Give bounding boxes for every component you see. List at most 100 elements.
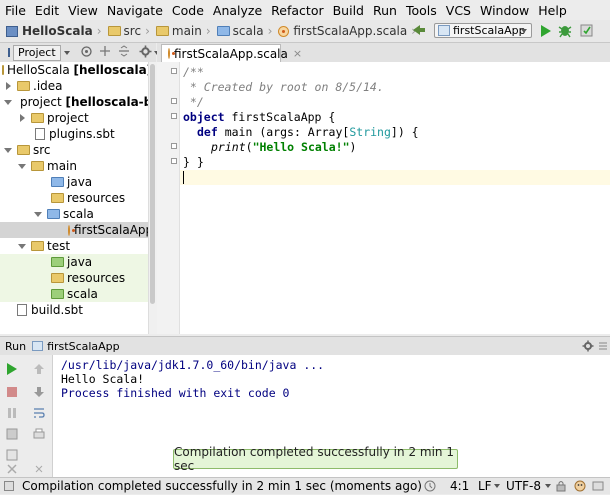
status-message[interactable]: Compilation completed successfully in 2 … bbox=[22, 478, 422, 494]
menu-refactor[interactable]: Refactor bbox=[266, 3, 327, 18]
console-line-exit: Process finished with exit code 0 bbox=[61, 386, 290, 400]
stop-icon[interactable] bbox=[6, 386, 18, 398]
gear-icon[interactable] bbox=[139, 45, 152, 61]
tree-item-main[interactable]: main bbox=[0, 158, 148, 174]
status-toggle-icon[interactable] bbox=[4, 481, 14, 491]
breadcrumb-main[interactable]: main › bbox=[155, 24, 213, 38]
soft-wrap-icon[interactable] bbox=[33, 407, 45, 419]
coverage-icon[interactable] bbox=[580, 23, 593, 37]
fold-marker-icon[interactable] bbox=[171, 68, 177, 74]
code-editor[interactable]: /** * Created by root on 8/5/14. */ obje… bbox=[180, 62, 610, 334]
collapse-arrow-icon[interactable] bbox=[34, 211, 42, 217]
tree-item-firstscalaapp[interactable]: firstScalaApp bbox=[0, 222, 148, 238]
expand-arrow-icon[interactable] bbox=[20, 114, 25, 122]
hide-panel-icon[interactable] bbox=[598, 340, 608, 355]
sync-icon[interactable] bbox=[80, 45, 93, 61]
breadcrumb-file[interactable]: firstScalaApp.scala › bbox=[278, 24, 418, 38]
sbt-file-icon bbox=[35, 128, 45, 140]
source-folder-icon bbox=[47, 209, 60, 219]
debug-icon[interactable] bbox=[558, 23, 572, 41]
fold-marker-icon[interactable] bbox=[171, 98, 177, 104]
tree-item-main-resources[interactable]: resources bbox=[0, 190, 148, 206]
project-tree: HelloScala [helloscala] .idea project [h… bbox=[0, 62, 148, 334]
run-configuration-select[interactable]: firstScalaApp bbox=[434, 23, 532, 38]
expand-arrow-icon[interactable] bbox=[6, 82, 11, 90]
tree-item-project-folder[interactable]: project bbox=[0, 110, 148, 126]
scroll-down-icon[interactable] bbox=[33, 386, 45, 398]
tree-item-plugins-sbt[interactable]: plugins.sbt bbox=[0, 126, 148, 142]
tree-item-main-scala[interactable]: scala bbox=[0, 206, 148, 222]
menu-analyze[interactable]: Analyze bbox=[208, 3, 266, 18]
rerun-icon[interactable] bbox=[6, 363, 18, 375]
file-encoding[interactable]: UTF-8 bbox=[506, 478, 541, 494]
compilation-notification-balloon[interactable]: Compilation completed successfully in 2 … bbox=[173, 445, 458, 473]
project-tree-scrollbar[interactable] bbox=[148, 62, 157, 334]
help-icon[interactable] bbox=[33, 463, 45, 475]
project-view-icon bbox=[8, 48, 10, 57]
editor-gutter[interactable] bbox=[157, 62, 180, 334]
fold-marker-icon[interactable] bbox=[171, 143, 177, 149]
tree-item-helloscala[interactable]: HelloScala [helloscala] bbox=[0, 62, 148, 78]
menu-navigate[interactable]: Navigate bbox=[102, 3, 167, 18]
collapse-all-icon[interactable] bbox=[118, 45, 130, 60]
menu-tools[interactable]: Tools bbox=[401, 3, 441, 18]
run-config-icon bbox=[32, 341, 44, 351]
collapse-arrow-icon[interactable] bbox=[4, 99, 12, 105]
scrollbar-thumb[interactable] bbox=[150, 64, 155, 304]
breadcrumb-src[interactable]: src › bbox=[107, 24, 152, 38]
collapse-arrow-icon[interactable] bbox=[4, 147, 12, 153]
chevron-down-icon[interactable] bbox=[545, 484, 551, 488]
tree-item-test-java[interactable]: java bbox=[0, 254, 148, 270]
pause-icon[interactable] bbox=[6, 407, 18, 419]
dump-threads-icon[interactable] bbox=[6, 428, 18, 440]
tree-item-main-java[interactable]: java bbox=[0, 174, 148, 190]
code-line-1: /** bbox=[183, 65, 204, 79]
fold-marker-icon[interactable] bbox=[171, 158, 177, 164]
run-config-icon bbox=[438, 25, 450, 36]
scala-object-icon bbox=[68, 224, 75, 236]
close-icon[interactable]: × bbox=[293, 47, 302, 60]
line-separator[interactable]: LF bbox=[478, 478, 492, 494]
breadcrumb-scala[interactable]: scala › bbox=[216, 24, 275, 38]
run-tab-firstscalaapp[interactable]: firstScalaApp bbox=[47, 340, 120, 353]
tree-item-test-scala[interactable]: scala bbox=[0, 286, 148, 302]
print-icon[interactable] bbox=[33, 428, 45, 440]
collapse-arrow-icon[interactable] bbox=[18, 243, 26, 249]
tree-item-idea[interactable]: .idea bbox=[0, 78, 148, 94]
chevron-down-icon[interactable] bbox=[494, 484, 500, 488]
menu-vcs[interactable]: VCS bbox=[441, 3, 475, 18]
breadcrumb-project[interactable]: HelloScala › bbox=[6, 24, 104, 38]
run-panel-header: Run firstScalaApp bbox=[0, 336, 610, 356]
chevron-down-icon[interactable] bbox=[63, 50, 70, 55]
menu-run[interactable]: Run bbox=[368, 3, 401, 18]
menu-edit[interactable]: Edit bbox=[30, 3, 63, 18]
folder-icon bbox=[155, 26, 169, 36]
source-folder-icon bbox=[51, 177, 64, 187]
menu-window[interactable]: Window bbox=[475, 3, 533, 18]
tree-item-test-resources[interactable]: resources bbox=[0, 270, 148, 286]
restore-layout-icon[interactable] bbox=[6, 449, 18, 461]
project-view-select[interactable]: Project bbox=[13, 44, 61, 61]
collapse-arrow-icon[interactable] bbox=[18, 163, 26, 169]
gear-icon[interactable] bbox=[582, 340, 594, 355]
expand-all-icon[interactable] bbox=[99, 45, 111, 60]
close-run-icon[interactable] bbox=[6, 463, 18, 475]
tree-item-test[interactable]: test bbox=[0, 238, 148, 254]
tree-item-project-module[interactable]: project [helloscala-b bbox=[0, 94, 148, 110]
menu-build[interactable]: Build bbox=[328, 3, 368, 18]
scroll-up-icon[interactable] bbox=[33, 363, 45, 375]
run-icon[interactable] bbox=[540, 24, 552, 41]
menu-file[interactable]: File bbox=[0, 3, 30, 18]
menu-code[interactable]: Code bbox=[167, 3, 208, 18]
tree-item-src[interactable]: src bbox=[0, 142, 148, 158]
back-icon[interactable] bbox=[412, 24, 426, 37]
caret-position[interactable]: 4:1 bbox=[450, 478, 469, 494]
resources-folder-icon bbox=[51, 193, 64, 203]
console-line-output: Hello Scala! bbox=[61, 372, 145, 386]
menu-help[interactable]: Help bbox=[533, 3, 571, 18]
tree-item-build-sbt[interactable]: build.sbt bbox=[0, 302, 148, 318]
menu-view[interactable]: View bbox=[63, 3, 102, 18]
fold-marker-icon[interactable] bbox=[171, 113, 177, 119]
editor-tab-firstscalaapp[interactable]: firstScalaApp.scala × bbox=[161, 44, 302, 62]
